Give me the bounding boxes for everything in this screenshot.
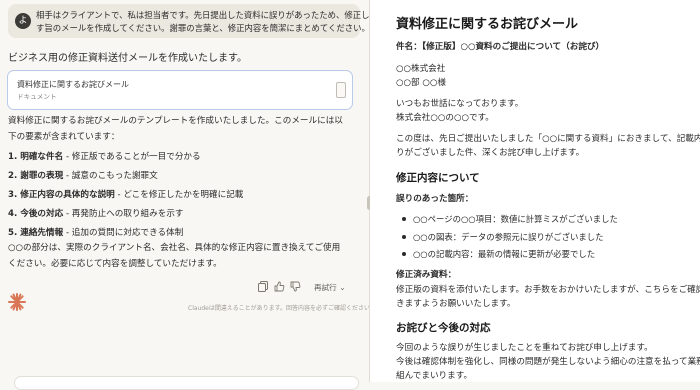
closing-line: 今後は確認体制を強化し、同様の問題が発生しないよう細心の注意を払って業務に — [396, 357, 700, 367]
user-message: よ 相手はクライアントで、私は担当者です。先日提出した資料に誤りがあったため、修… — [8, 4, 429, 38]
chevron-down-icon: ⌄ — [339, 283, 346, 292]
description-line: 資料修正に関するお詫びメールのテンプレートを作成いたしました。このメールには以 — [8, 116, 343, 126]
description-line: 下の要素が含まれています： — [8, 132, 120, 142]
artifact-card[interactable]: 資料修正に関するお詫びメール ドキュメント — [7, 70, 353, 110]
document-title: 資料修正に関するお詫びメール — [396, 17, 579, 32]
assistant-description: 資料修正に関するお詫びメールのテンプレートを作成いたしました。このメールには以 … — [8, 113, 363, 145]
claude-logo-icon — [8, 293, 26, 311]
note-line: ください。必要に応じて内容を調整していただけます。 — [8, 259, 222, 269]
errors-label: 誤りのあった箇所： — [396, 194, 474, 204]
fixed-line: 修正版の資料を添付いたします。お手数をおかけいたしますが、こちらをご確認い — [396, 285, 700, 295]
artifact-title: 資料修正に関するお詫びメール — [17, 80, 129, 89]
document-icon — [336, 82, 346, 98]
fixed-label: 修正済み資料： — [396, 270, 457, 280]
fixed-line: きますようお願いいたします。 — [396, 299, 516, 309]
user-message-line: す旨のメールを作成してください。謝罪の言葉と、修正内容を簡潔にまとめてください。 — [36, 23, 370, 33]
feature-list: 1. 明確な件名 - 修正版であることが一目で分かる 2. 謝罪の表現 - 誠意… — [8, 148, 243, 243]
user-avatar: よ — [15, 13, 31, 29]
copy-icon[interactable] — [258, 281, 268, 295]
greeting: いつもお世話になっております。 — [396, 99, 524, 109]
section-heading: 修正内容について — [396, 172, 480, 184]
user-message-line: 相手はクライアントで、私は担当者です。先日提出した資料に誤りがあったため、修正し… — [36, 10, 429, 20]
thumbs-up-icon[interactable] — [274, 281, 285, 295]
list-item: 2. 謝罪の表現 - 誠意のこもった謝罪文 — [8, 171, 158, 181]
retry-button[interactable]: 再試行 ⌄ — [314, 282, 346, 293]
thumbs-down-icon[interactable] — [290, 281, 301, 295]
list-item: ○○の図表：データの参照元に誤りがございました — [396, 231, 604, 243]
note-line: ○○の部分は、実際のクライアント名、会社名、具体的な修正内容に置き換えてご使用 — [8, 243, 341, 253]
artifact-type: ドキュメント — [17, 93, 57, 101]
email-subject: 件名：【修正版】○○資料のご提出について（お詫び） — [396, 42, 605, 52]
list-item: 4. 今後の対応 - 再発防止への取り組みを示す — [8, 209, 184, 219]
closing-line: 今回のような誤りが生じましたことを重ねてお詫び申し上げます。 — [396, 343, 653, 353]
closing-line: 組んでまいります。 — [396, 371, 473, 381]
chat-panel: よ 相手はクライアントで、私は担当者です。先日提出した資料に誤りがあったため、修… — [0, 0, 429, 390]
recipient-name: ○○部 ○○様 — [396, 78, 446, 88]
user-message-text: 相手はクライアントで、私は担当者です。先日提出した資料に誤りがあったため、修正し… — [36, 9, 429, 35]
list-item: ○○の記載内容：最新の情報に更新が必要でした — [396, 248, 595, 260]
apology-line: この度は、先日ご提出いたしました「○○に関する資料」におきまして、記載内容 — [396, 134, 700, 144]
section-heading: お詫びと今後の対応 — [396, 322, 491, 334]
list-item: ○○ページの○○項目：数値に計算ミスがございました — [396, 213, 618, 225]
list-item: 3. 修正内容の具体的な説明 - どこを修正したかを明確に記載 — [8, 190, 244, 200]
message-composer[interactable] — [14, 376, 359, 390]
sender-intro: 株式会社○○の○○です。 — [396, 113, 494, 123]
assistant-note: ○○の部分は、実際のクライアント名、会社名、具体的な修正内容に置き換えてご使用 … — [8, 240, 363, 272]
apology-line: りがございました件、深くお詫び申し上げます。 — [396, 148, 585, 158]
assistant-intro: ビジネス用の修正資料送付メールを作成いたします。 — [8, 53, 247, 64]
list-item: 1. 明確な件名 - 修正版であることが一目で分かる — [8, 152, 201, 162]
disclaimer: Claudeは間違えることがあります。回答内容を必ずご確認ください。 — [188, 305, 377, 312]
artifact-document-panel: 資料修正に関するお詫びメール 件名：【修正版】○○資料のご提出について（お詫び）… — [370, 0, 700, 382]
recipient-company: ○○株式会社 — [396, 64, 446, 74]
